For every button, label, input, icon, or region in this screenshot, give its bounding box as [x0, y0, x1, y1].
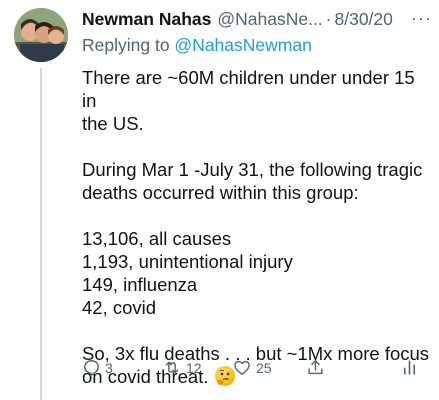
replying-mention-link[interactable]: @NahasNewman [174, 35, 311, 55]
tweet-line: During Mar 1 -July 31, the following tra… [82, 159, 423, 180]
reply-button[interactable]: 3 [82, 358, 113, 377]
analytics-icon [403, 360, 416, 375]
replying-to: Replying to @NahasNewman [82, 33, 432, 57]
tweet-content: Newman Nahas @NahasNe... · 8/30/20 ··· R… [82, 7, 432, 388]
avatar-column [14, 8, 68, 62]
tweet-header: Newman Nahas @NahasNe... · 8/30/20 [82, 7, 432, 31]
tweet-paragraph: During Mar 1 -July 31, the following tra… [82, 158, 432, 204]
retweet-icon [165, 361, 179, 374]
separator-dot: · [325, 9, 332, 29]
analytics-button[interactable] [400, 358, 419, 377]
tweet-actions: 3 12 25 [82, 356, 432, 380]
tweet-line: There are ~60M children under under 15 i… [82, 67, 415, 111]
reply-count: 3 [105, 359, 113, 376]
avatar-photo [14, 8, 68, 62]
tweet-body: There are ~60M children under under 15 i… [82, 66, 432, 388]
avatar[interactable] [14, 8, 68, 62]
retweet-button[interactable]: 12 [162, 358, 202, 377]
thread-line [40, 68, 42, 400]
tweet-paragraph: 13,106, all causes 1,193, unintentional … [82, 227, 432, 319]
author-handle[interactable]: @NahasNe... [217, 7, 322, 31]
tweet-paragraph: There are ~60M children under under 15 i… [82, 66, 432, 135]
like-button[interactable]: 25 [232, 358, 272, 377]
tweet-line: deaths occurred within this group: [82, 182, 359, 203]
tweet-line: 13,106, all causes [82, 228, 232, 249]
retweet-count: 12 [186, 359, 202, 376]
like-count: 25 [256, 359, 272, 376]
tweet-line: the US. [82, 113, 144, 134]
more-options-icon[interactable]: ··· [411, 9, 432, 27]
reply-icon [84, 360, 99, 376]
replying-prefix: Replying to [82, 35, 175, 55]
tweet-line: 42, covid [82, 297, 157, 318]
author-name[interactable]: Newman Nahas [82, 7, 211, 31]
share-button[interactable] [306, 358, 325, 377]
tweet-date[interactable]: 8/30/20 [335, 7, 393, 31]
tweet-line: 1,193, unintentional injury [82, 251, 293, 272]
heart-icon [234, 360, 250, 375]
share-icon [308, 360, 323, 375]
tweet-line: 149, influenza [82, 274, 198, 295]
